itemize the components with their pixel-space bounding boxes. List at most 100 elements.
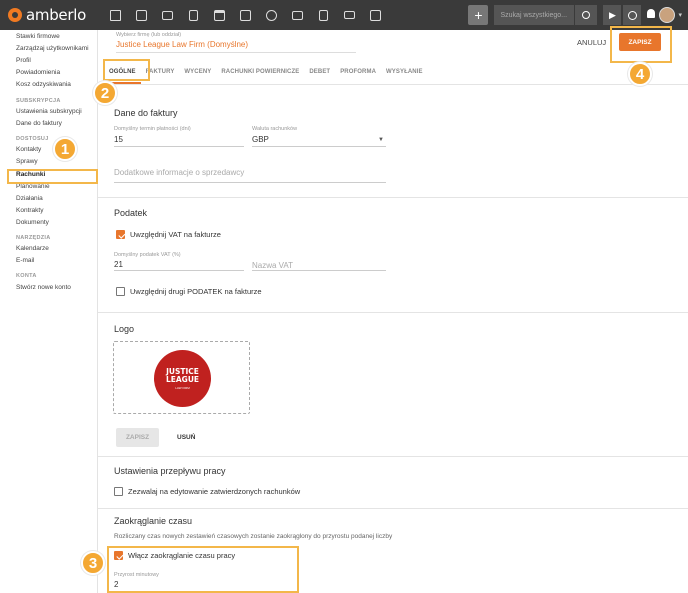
add-new-button[interactable]: + xyxy=(468,5,489,25)
search-button[interactable] xyxy=(575,5,598,25)
sidebar-item-subscription-settings[interactable]: Ustawienia subskrypcji xyxy=(16,108,82,115)
sidebar-header-customize: DOSTOSUJ xyxy=(16,136,49,142)
sidebar-item-recycle-bin[interactable]: Kosz odzyskiwania xyxy=(16,81,71,88)
section-divider xyxy=(98,312,688,313)
sidebar-item-activities[interactable]: Działania xyxy=(16,195,43,202)
clock-icon[interactable] xyxy=(258,0,284,30)
logo-dropzone[interactable]: JUSTICE LEAGUE LAW FIRM xyxy=(113,341,250,414)
logo-line-2: LEAGUE xyxy=(165,374,200,384)
currency-select[interactable]: GBP xyxy=(252,135,269,144)
callout-highlight-4 xyxy=(610,26,672,63)
user-avatar[interactable] xyxy=(659,7,676,23)
vat-rate-label: Domyślny podatek VAT (%) xyxy=(114,252,181,258)
save-logo-button[interactable]: ZAPISZ xyxy=(116,428,159,447)
sidebar-item-manage-users[interactable]: Zarządzaj użytkownikami xyxy=(16,45,89,52)
callout-number-4: 4 xyxy=(628,62,652,86)
calendar-icon[interactable] xyxy=(232,0,258,30)
section-divider xyxy=(98,197,688,198)
amberlo-logo-icon xyxy=(8,8,22,22)
second-tax-checkbox[interactable] xyxy=(116,287,125,296)
sidebar-header-tools: NARZĘDZIA xyxy=(16,235,51,241)
tab-trust-accounts[interactable]: RACHUNKI POWIERNICZE xyxy=(216,64,304,84)
workflow-title: Ustawienia przepływu pracy xyxy=(114,466,226,476)
firm-select-label: Wybierz firmę (lub oddział) xyxy=(116,32,182,38)
rounding-description: Rozliczany czas nowych zestawień czasowy… xyxy=(114,533,393,540)
callout-highlight-3 xyxy=(107,546,299,593)
firm-select-underline xyxy=(116,52,356,53)
sidebar-header-accounts: KONTA xyxy=(16,273,37,279)
play-timer-button[interactable]: ▶ xyxy=(603,5,622,25)
vat-name-input[interactable]: Nazwa VAT xyxy=(252,261,293,270)
remove-logo-button[interactable]: USUŃ xyxy=(177,434,195,441)
sidebar-item-invoice-details[interactable]: Dane do faktury xyxy=(16,120,62,127)
seller-info-input[interactable]: Dodatkowe informacje o sprzedawcy xyxy=(114,168,244,177)
sidebar-item-profile[interactable]: Profil xyxy=(16,57,31,64)
allow-edit-checkbox[interactable] xyxy=(114,487,123,496)
stopwatch-button[interactable] xyxy=(623,5,642,25)
mail-icon[interactable] xyxy=(336,0,362,30)
tab-proforma[interactable]: PROFORMA xyxy=(335,64,381,84)
contacts-icon[interactable] xyxy=(128,0,154,30)
include-vat-label: Uwzględnij VAT na fakturze xyxy=(130,230,221,239)
dashboard-icon[interactable] xyxy=(102,0,128,30)
tab-estimates[interactable]: WYCENY xyxy=(179,64,216,84)
settings-tabs: OGÓLNE FAKTURY WYCENY RACHUNKI POWIERNIC… xyxy=(104,64,428,84)
invoice-data-title: Dane do faktury xyxy=(114,108,178,118)
sidebar-item-matters[interactable]: Sprawy xyxy=(16,158,38,165)
section-divider xyxy=(98,508,688,509)
notifications-bell-icon[interactable] xyxy=(647,9,656,21)
tabs-divider xyxy=(98,84,688,85)
tax-title: Podatek xyxy=(114,208,148,218)
grid-icon[interactable] xyxy=(362,0,388,30)
allow-edit-label: Zezwalaj na edytowanie zatwierdzonych ra… xyxy=(128,487,301,496)
top-bar: amberlo + Szukaj wszystkiego... ▶ ▾ xyxy=(0,0,688,30)
stopwatch-icon xyxy=(627,10,637,20)
app-logo[interactable]: amberlo xyxy=(8,6,88,24)
second-tax-label: Uwzględnij drugi PODATEK na fakturze xyxy=(130,287,262,296)
sidebar-item-planning[interactable]: Planowanie xyxy=(16,183,50,190)
app-name: amberlo xyxy=(26,6,86,24)
sidebar-item-calendars[interactable]: Kalendarze xyxy=(16,245,49,252)
notes-icon[interactable] xyxy=(310,0,336,30)
sidebar-item-email[interactable]: E-mail xyxy=(16,257,34,264)
include-vat-checkbox[interactable] xyxy=(116,230,125,239)
briefcase-icon[interactable] xyxy=(154,0,180,30)
sidebar-item-notifications[interactable]: Powiadomienia xyxy=(16,69,60,76)
bank-icon[interactable] xyxy=(206,0,232,30)
section-divider xyxy=(98,456,688,457)
sidebar-item-company-rates[interactable]: Stawki firmowe xyxy=(16,33,60,40)
global-search-input[interactable]: Szukaj wszystkiego... xyxy=(494,5,575,25)
main-content: Wybierz firmę (lub oddział) Justice Leag… xyxy=(98,30,688,593)
callout-highlight-2 xyxy=(103,59,150,81)
search-icon xyxy=(582,11,591,19)
sidebar-item-contacts[interactable]: Kontakty xyxy=(16,146,41,153)
vat-rate-input[interactable]: 21 xyxy=(114,260,123,269)
cancel-button[interactable]: ANULUJ xyxy=(577,38,606,47)
vat-name-underline xyxy=(252,270,386,271)
chevron-down-icon[interactable]: ▼ xyxy=(378,137,384,143)
firm-select[interactable]: Justice League Law Firm (Domyślne) xyxy=(116,40,248,49)
main-nav xyxy=(102,0,388,30)
callout-number-1: 1 xyxy=(53,137,77,161)
logo-line-3: LAW FIRM xyxy=(175,385,190,390)
tab-sending[interactable]: WYSYŁANIE xyxy=(381,64,428,84)
currency-underline xyxy=(252,146,386,147)
rounding-title: Zaokrąglanie czasu xyxy=(114,516,193,526)
sidebar-item-contracts[interactable]: Kontrakty xyxy=(16,207,43,214)
sidebar-item-documents[interactable]: Dokumenty xyxy=(16,219,49,226)
callout-number-3: 3 xyxy=(81,551,105,575)
company-logo-image: JUSTICE LEAGUE LAW FIRM xyxy=(154,350,211,407)
folder-icon[interactable] xyxy=(284,0,310,30)
callout-number-2: 2 xyxy=(93,81,117,105)
vat-rate-underline xyxy=(114,270,244,271)
due-days-underline xyxy=(114,146,244,147)
document-icon[interactable] xyxy=(180,0,206,30)
tab-debit[interactable]: DEBET xyxy=(304,64,335,84)
sidebar-item-create-account[interactable]: Stwórz nowe konto xyxy=(16,284,71,291)
chevron-down-icon[interactable]: ▾ xyxy=(678,11,682,19)
settings-sidebar: Stawki firmowe Zarządzaj użytkownikami P… xyxy=(0,30,98,593)
currency-label: Waluta rachunków xyxy=(252,126,298,132)
sidebar-header-subscription: SUBSKRYPCJA xyxy=(16,98,61,104)
due-days-label: Domyślny termin płatności (dni) xyxy=(114,126,191,132)
due-days-input[interactable]: 15 xyxy=(114,135,123,144)
